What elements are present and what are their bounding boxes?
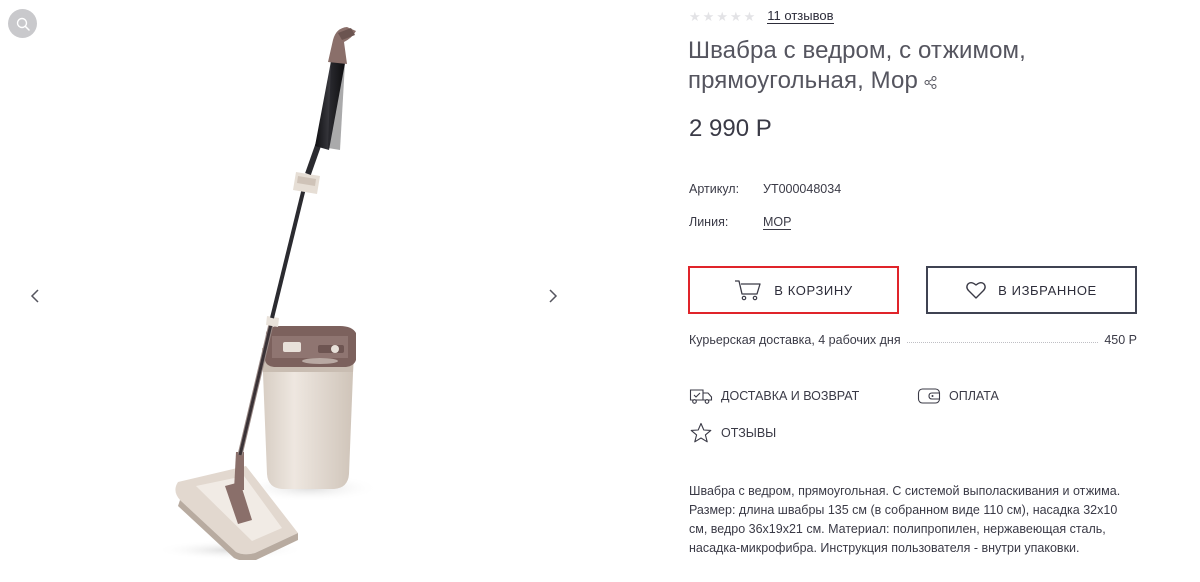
star-icon[interactable]: ★ [730,9,742,24]
add-to-cart-label: В КОРЗИНУ [774,282,853,298]
prop-label: Линия: [689,215,729,229]
prop-value-line-link[interactable]: МОР [763,215,792,230]
product-image [155,27,380,560]
prop-row-line: Линия: МОР [689,215,841,248]
delivery-return-label: ДОСТАВКА И ВОЗВРАТ [721,389,860,403]
product-description: Швабра с ведром, прямоугольная. С систем… [689,484,1121,555]
reviews-count-link[interactable]: 11 отзывов [767,9,834,24]
prop-label: Артикул: [689,182,740,196]
prop-value-article: УТ000048034 [763,182,842,196]
cart-icon [735,280,761,301]
zoom-button[interactable] [8,9,37,38]
gallery-next-button[interactable] [543,284,563,308]
truck-icon [689,389,713,404]
star-icon[interactable]: ★ [689,9,701,24]
chevron-left-icon [30,289,39,303]
product-title-text: Швабра с ведром, с отжимом, прямоугольна… [688,37,1026,94]
star-icon[interactable]: ★ [744,9,756,24]
product-price: 2 990 Р [689,115,772,142]
chevron-right-icon [549,289,558,303]
delivery-return-link[interactable]: ДОСТАВКА И ВОЗВРАТ [689,387,859,405]
heart-icon [966,282,986,299]
gallery-prev-button[interactable] [25,284,45,308]
add-to-cart-button[interactable]: В КОРЗИНУ [688,266,899,314]
product-properties: Артикул: УТ000048034 Линия: МОР [689,182,841,248]
rating: ★ ★ ★ ★ ★ 11 отзывов [689,9,834,24]
magnifier-icon [16,17,30,31]
share-icon[interactable] [924,67,937,97]
wallet-icon [917,388,941,404]
delivery-row: Курьерская доставка, 4 рабочих дня 450 Р [689,333,1137,347]
reviews-link[interactable]: ОТЗЫВЫ [689,422,776,444]
reviews-label: ОТЗЫВЫ [721,426,777,440]
add-to-favorites-button[interactable]: В ИЗБРАННОЕ [926,266,1137,314]
star-icon[interactable]: ★ [703,9,715,24]
delivery-dotted-leader [906,341,1099,343]
star-outline-icon [690,422,712,443]
star-icon[interactable]: ★ [716,9,728,24]
rating-stars: ★ ★ ★ ★ ★ [689,9,756,24]
product-title: Швабра с ведром, с отжимом, прямоугольна… [688,36,1148,97]
prop-row-article: Артикул: УТ000048034 [689,182,841,215]
delivery-price: 450 Р [1104,333,1137,347]
payment-label: ОПЛАТА [949,389,999,403]
payment-link[interactable]: ОПЛАТА [917,387,999,405]
add-to-favorites-label: В ИЗБРАННОЕ [998,282,1097,298]
product-gallery [0,0,588,582]
delivery-label: Курьерская доставка, 4 рабочих дня [689,333,901,347]
